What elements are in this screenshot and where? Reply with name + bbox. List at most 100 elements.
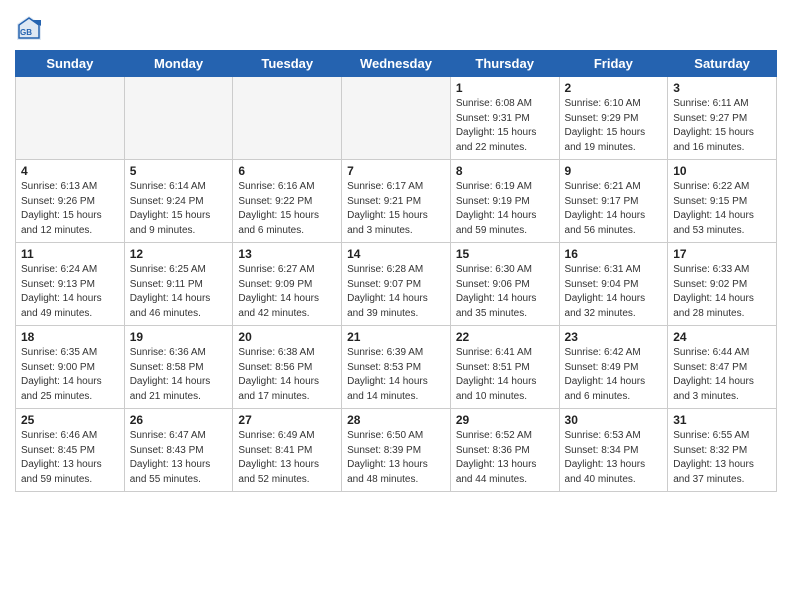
day-info: Sunrise: 6:28 AM Sunset: 9:07 PM Dayligh… — [347, 263, 445, 321]
day-cell: 21 Sunrise: 6:39 AM Sunset: 8:53 PM Dayli… — [342, 326, 451, 409]
svg-text:GB: GB — [20, 28, 32, 37]
day-number: 2 — [565, 81, 663, 95]
day-number: 15 — [456, 247, 554, 261]
day-cell: 24Sunrise: 6:44 AM Sunset: 8:47 PM Dayli… — [668, 326, 777, 409]
day-number: 5 — [130, 164, 228, 178]
day-info: Sunrise: 6:47 AM Sunset: 8:43 PM Dayligh… — [130, 429, 228, 487]
day-cell: 18 Sunrise: 6:35 AM Sunset: 9:00 PM Dayli… — [16, 326, 125, 409]
day-cell: 23Sunrise: 6:42 AM Sunset: 8:49 PM Dayli… — [559, 326, 668, 409]
day-cell: 6 Sunrise: 6:16 AM Sunset: 9:22 PM Daylig… — [233, 160, 342, 243]
day-cell: 15 Sunrise: 6:30 AM Sunset: 9:06 PM Dayli… — [450, 243, 559, 326]
day-cell: 1Sunrise: 6:08 AM Sunset: 9:31 PM Daylig… — [450, 77, 559, 160]
day-cell: 12Sunrise: 6:25 AM Sunset: 9:11 PM Dayli… — [124, 243, 233, 326]
day-info: Sunrise: 6:44 AM Sunset: 8:47 PM Dayligh… — [673, 346, 771, 404]
calendar-table: SundayMondayTuesdayWednesdayThursdayFrid… — [15, 50, 777, 492]
day-number: 26 — [130, 413, 228, 427]
day-number: 16 — [565, 247, 663, 261]
day-cell: 4 Sunrise: 6:13 AM Sunset: 9:26 PM Daylig… — [16, 160, 125, 243]
weekday-header-wednesday: Wednesday — [342, 51, 451, 77]
day-cell: 5Sunrise: 6:14 AM Sunset: 9:24 PM Daylig… — [124, 160, 233, 243]
day-number: 4 — [21, 164, 119, 178]
day-info: Sunrise: 6:31 AM Sunset: 9:04 PM Dayligh… — [565, 263, 663, 321]
day-number: 11 — [21, 247, 119, 261]
day-cell: 16 Sunrise: 6:31 AM Sunset: 9:04 PM Dayli… — [559, 243, 668, 326]
day-info: Sunrise: 6:33 AM Sunset: 9:02 PM Dayligh… — [673, 263, 771, 321]
day-info: Sunrise: 6:27 AM Sunset: 9:09 PM Dayligh… — [238, 263, 336, 321]
day-info: Sunrise: 6:46 AM Sunset: 8:45 PM Dayligh… — [21, 429, 119, 487]
day-info: Sunrise: 6:21 AM Sunset: 9:17 PM Dayligh… — [565, 180, 663, 238]
header: GB — [15, 10, 777, 42]
day-info: Sunrise: 6:19 AM Sunset: 9:19 PM Dayligh… — [456, 180, 554, 238]
weekday-header-tuesday: Tuesday — [233, 51, 342, 77]
week-row-1: 4 Sunrise: 6:13 AM Sunset: 9:26 PM Daylig… — [16, 160, 777, 243]
day-info: Sunrise: 6:17 AM Sunset: 9:21 PM Dayligh… — [347, 180, 445, 238]
day-info: Sunrise: 6:39 AM Sunset: 8:53 PM Dayligh… — [347, 346, 445, 404]
day-cell: 27 Sunrise: 6:49 AM Sunset: 8:41 PM Dayli… — [233, 409, 342, 492]
day-number: 6 — [238, 164, 336, 178]
day-cell: 29 Sunrise: 6:52 AM Sunset: 8:36 PM Dayli… — [450, 409, 559, 492]
day-cell: 26 Sunrise: 6:47 AM Sunset: 8:43 PM Dayli… — [124, 409, 233, 492]
day-info: Sunrise: 6:22 AM Sunset: 9:15 PM Dayligh… — [673, 180, 771, 238]
day-number: 17 — [673, 247, 771, 261]
day-info: Sunrise: 6:24 AM Sunset: 9:13 PM Dayligh… — [21, 263, 119, 321]
day-number: 30 — [565, 413, 663, 427]
day-info: Sunrise: 6:16 AM Sunset: 9:22 PM Dayligh… — [238, 180, 336, 238]
day-number: 29 — [456, 413, 554, 427]
day-cell — [16, 77, 125, 160]
day-info: Sunrise: 6:42 AM Sunset: 8:49 PM Dayligh… — [565, 346, 663, 404]
day-cell: 20 Sunrise: 6:38 AM Sunset: 8:56 PM Dayli… — [233, 326, 342, 409]
calendar-page: GB SundayMondayTuesdayWednesdayThursdayF… — [0, 0, 792, 612]
weekday-header-row: SundayMondayTuesdayWednesdayThursdayFrid… — [16, 51, 777, 77]
day-number: 28 — [347, 413, 445, 427]
day-info: Sunrise: 6:13 AM Sunset: 9:26 PM Dayligh… — [21, 180, 119, 238]
day-info: Sunrise: 6:41 AM Sunset: 8:51 PM Dayligh… — [456, 346, 554, 404]
logo: GB — [15, 14, 47, 42]
logo-icon: GB — [15, 14, 43, 42]
weekday-header-friday: Friday — [559, 51, 668, 77]
week-row-3: 18 Sunrise: 6:35 AM Sunset: 9:00 PM Dayli… — [16, 326, 777, 409]
day-cell: 22 Sunrise: 6:41 AM Sunset: 8:51 PM Dayli… — [450, 326, 559, 409]
day-info: Sunrise: 6:30 AM Sunset: 9:06 PM Dayligh… — [456, 263, 554, 321]
day-number: 18 — [21, 330, 119, 344]
day-number: 22 — [456, 330, 554, 344]
day-number: 12 — [130, 247, 228, 261]
weekday-header-sunday: Sunday — [16, 51, 125, 77]
weekday-header-monday: Monday — [124, 51, 233, 77]
day-number: 21 — [347, 330, 445, 344]
day-cell: 9 Sunrise: 6:21 AM Sunset: 9:17 PM Daylig… — [559, 160, 668, 243]
day-info: Sunrise: 6:38 AM Sunset: 8:56 PM Dayligh… — [238, 346, 336, 404]
day-number: 14 — [347, 247, 445, 261]
day-number: 19 — [130, 330, 228, 344]
day-cell: 2 Sunrise: 6:10 AM Sunset: 9:29 PM Daylig… — [559, 77, 668, 160]
day-cell: 25 Sunrise: 6:46 AM Sunset: 8:45 PM Dayli… — [16, 409, 125, 492]
day-cell: 19 Sunrise: 6:36 AM Sunset: 8:58 PM Dayli… — [124, 326, 233, 409]
day-cell: 3 Sunrise: 6:11 AM Sunset: 9:27 PM Daylig… — [668, 77, 777, 160]
day-cell: 10Sunrise: 6:22 AM Sunset: 9:15 PM Dayli… — [668, 160, 777, 243]
day-number: 13 — [238, 247, 336, 261]
weekday-header-saturday: Saturday — [668, 51, 777, 77]
day-number: 8 — [456, 164, 554, 178]
day-cell: 28Sunrise: 6:50 AM Sunset: 8:39 PM Dayli… — [342, 409, 451, 492]
day-info: Sunrise: 6:36 AM Sunset: 8:58 PM Dayligh… — [130, 346, 228, 404]
day-number: 25 — [21, 413, 119, 427]
day-info: Sunrise: 6:10 AM Sunset: 9:29 PM Dayligh… — [565, 97, 663, 155]
day-number: 7 — [347, 164, 445, 178]
day-number: 20 — [238, 330, 336, 344]
day-cell: 17 Sunrise: 6:33 AM Sunset: 9:02 PM Dayli… — [668, 243, 777, 326]
day-info: Sunrise: 6:52 AM Sunset: 8:36 PM Dayligh… — [456, 429, 554, 487]
day-cell — [233, 77, 342, 160]
day-number: 3 — [673, 81, 771, 95]
day-cell: 31Sunrise: 6:55 AM Sunset: 8:32 PM Dayli… — [668, 409, 777, 492]
day-cell: 11 Sunrise: 6:24 AM Sunset: 9:13 PM Dayli… — [16, 243, 125, 326]
day-info: Sunrise: 6:35 AM Sunset: 9:00 PM Dayligh… — [21, 346, 119, 404]
day-info: Sunrise: 6:49 AM Sunset: 8:41 PM Dayligh… — [238, 429, 336, 487]
day-number: 9 — [565, 164, 663, 178]
day-number: 27 — [238, 413, 336, 427]
day-info: Sunrise: 6:53 AM Sunset: 8:34 PM Dayligh… — [565, 429, 663, 487]
day-cell — [342, 77, 451, 160]
day-info: Sunrise: 6:55 AM Sunset: 8:32 PM Dayligh… — [673, 429, 771, 487]
weekday-header-thursday: Thursday — [450, 51, 559, 77]
day-info: Sunrise: 6:08 AM Sunset: 9:31 PM Dayligh… — [456, 97, 554, 155]
week-row-2: 11 Sunrise: 6:24 AM Sunset: 9:13 PM Dayli… — [16, 243, 777, 326]
day-info: Sunrise: 6:11 AM Sunset: 9:27 PM Dayligh… — [673, 97, 771, 155]
